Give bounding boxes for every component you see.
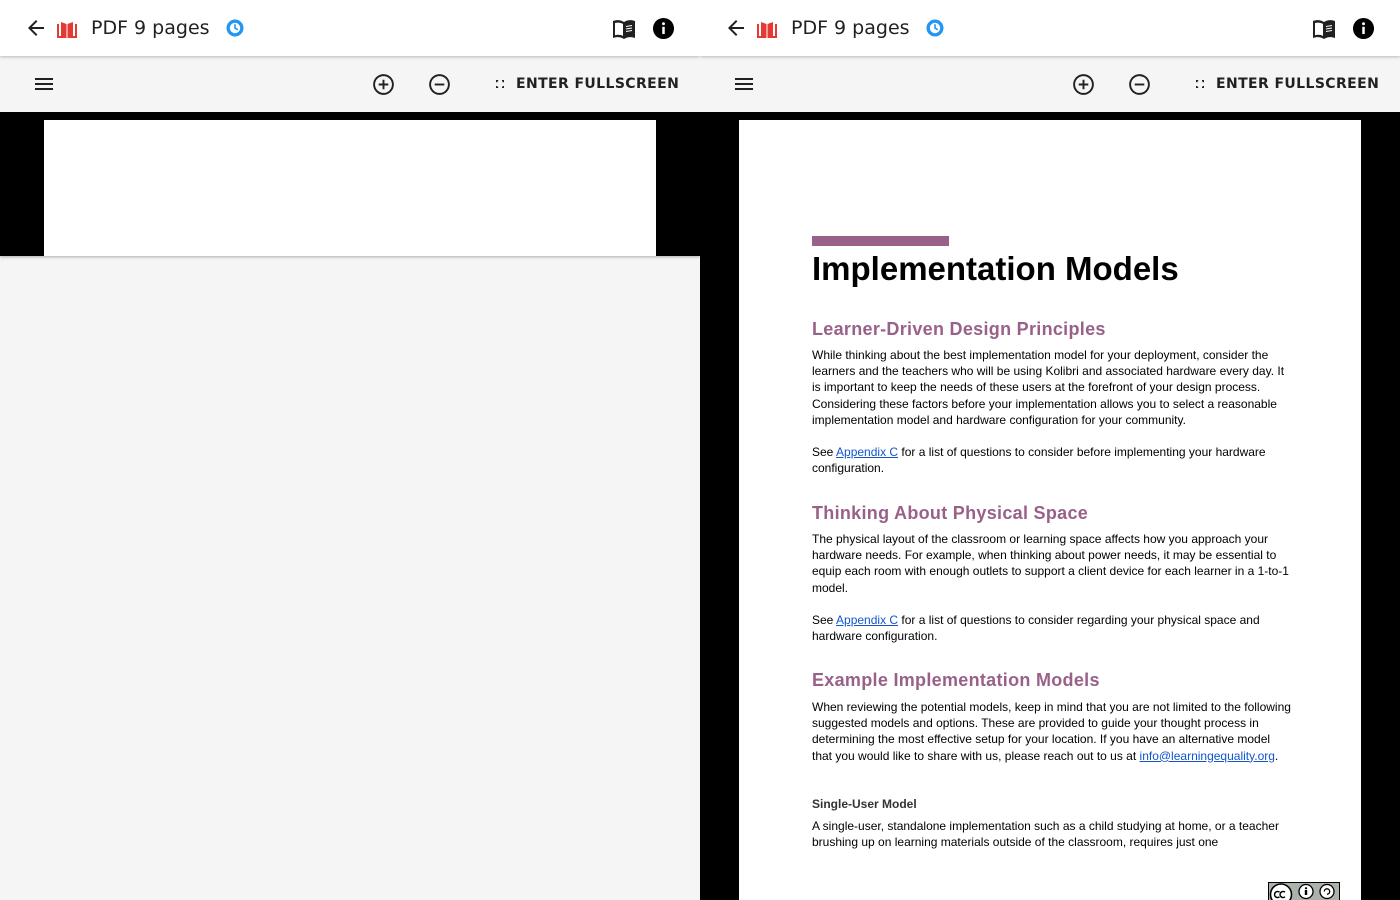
book-icon[interactable] — [1312, 18, 1336, 40]
book-icon[interactable] — [612, 18, 636, 40]
progress-clock-icon — [226, 19, 244, 37]
fullscreen-icon — [496, 80, 504, 88]
subsection-heading: Single-User Model — [812, 797, 917, 811]
see-prefix: See — [812, 445, 837, 459]
progress-clock-icon — [926, 19, 944, 37]
pdf-page-loading — [44, 120, 656, 256]
back-arrow-icon[interactable] — [724, 16, 748, 40]
enter-fullscreen-button[interactable]: ENTER FULLSCREEN — [488, 70, 679, 98]
menu-icon[interactable] — [32, 72, 56, 96]
zoom-out-icon[interactable] — [428, 73, 451, 96]
left-viewer-pane: PDF 9 pages ENTER FULLSCREEN — [0, 0, 700, 900]
pdf-page: Implementation Models Learner-Driven Des… — [739, 120, 1361, 900]
app-bar: PDF 9 pages — [700, 0, 1400, 56]
pdf-document-icon — [57, 22, 77, 38]
pdf-document-icon — [757, 22, 777, 38]
pdf-viewer[interactable]: Implementation Models Learner-Driven Des… — [700, 112, 1400, 900]
zoom-out-icon[interactable] — [1128, 73, 1151, 96]
fullscreen-icon — [1196, 80, 1204, 88]
pdf-toolbar: ENTER FULLSCREEN — [700, 56, 1400, 112]
paragraph-end: . — [1274, 748, 1279, 763]
info-icon[interactable] — [1352, 17, 1375, 40]
pdf-toolbar: ENTER FULLSCREEN — [0, 56, 700, 112]
document-title: PDF 9 pages — [791, 17, 910, 39]
info-icon[interactable] — [652, 17, 675, 40]
appendix-c-link[interactable]: Appendix C — [836, 445, 898, 459]
section-paragraph: When reviewing the potential models, kee… — [812, 699, 1292, 764]
section-heading: Example Implementation Models — [812, 670, 1100, 690]
email-link[interactable]: info@learningequality.org — [1140, 749, 1275, 763]
section-heading: Learner-Driven Design Principles — [812, 319, 1106, 339]
right-viewer-pane: PDF 9 pages ENTER FULLSCREEN Implementat… — [700, 0, 1400, 900]
enter-fullscreen-button[interactable]: ENTER FULLSCREEN — [1188, 70, 1379, 98]
section-paragraph: While thinking about the best implementa… — [812, 348, 1285, 427]
section-heading: Thinking About Physical Space — [812, 503, 1089, 523]
subsection-paragraph: A single-user, standalone implementation… — [812, 819, 1279, 850]
document-title: PDF 9 pages — [91, 17, 210, 39]
menu-icon[interactable] — [732, 72, 756, 96]
pdf-viewer[interactable] — [0, 112, 700, 256]
see-appendix-paragraph: See Appendix C for a list of questions t… — [812, 444, 1292, 476]
zoom-in-icon[interactable] — [1072, 73, 1095, 96]
zoom-in-icon[interactable] — [372, 73, 395, 96]
app-bar: PDF 9 pages — [0, 0, 700, 56]
title-accent-bar — [812, 236, 949, 246]
creative-commons-by-sa-icon — [1268, 882, 1340, 900]
section-paragraph: The physical layout of the classroom or … — [812, 532, 1289, 595]
see-prefix: See — [812, 613, 837, 627]
back-arrow-icon[interactable] — [24, 16, 48, 40]
appendix-c-link[interactable]: Appendix C — [836, 613, 898, 627]
fullscreen-label: ENTER FULLSCREEN — [516, 76, 680, 92]
fullscreen-label: ENTER FULLSCREEN — [1216, 76, 1380, 92]
document-heading: Implementation Models — [812, 250, 1179, 287]
see-appendix-paragraph: See Appendix C for a list of questions t… — [812, 612, 1292, 644]
